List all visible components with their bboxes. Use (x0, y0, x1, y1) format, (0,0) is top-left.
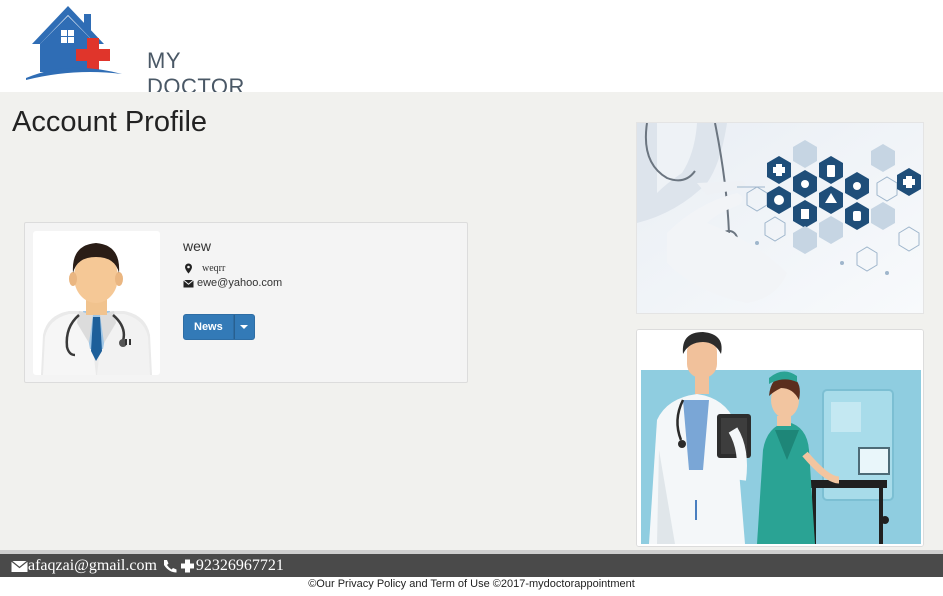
footer-copyright: ©Our Privacy Policy and Term of Use ©201… (308, 578, 635, 590)
caret-down-icon (240, 325, 249, 329)
page-title: Account Profile (12, 106, 208, 138)
footer-bar: afaqzai@gmail.com 92326967721 (0, 550, 943, 577)
news-button-group: News (183, 314, 255, 340)
envelope-icon (183, 279, 194, 287)
main-content: Account Profile wew weqrr ewe@yahoo.com … (0, 92, 943, 550)
footer-contact: afaqzai@gmail.com 92326967721 (11, 557, 284, 575)
medical-cross-icon (180, 559, 194, 573)
medical-technology-image (636, 122, 924, 314)
doctor-nurse-illustration (636, 329, 924, 547)
envelope-icon (11, 560, 28, 572)
map-marker-icon (185, 263, 192, 274)
phone-icon (163, 560, 177, 573)
email-text[interactable]: ewe@yahoo.com (197, 277, 282, 289)
profile-name: wew (183, 238, 212, 254)
news-dropdown-toggle[interactable] (233, 314, 255, 340)
profile-email: ewe@yahoo.com (183, 277, 282, 289)
doctor-avatar (33, 231, 160, 375)
brand-logo[interactable]: MY DOCTOR (24, 2, 254, 99)
profile-card: wew weqrr ewe@yahoo.com News (24, 222, 468, 383)
header: MY DOCTOR (0, 0, 943, 99)
footer-email[interactable]: afaqzai@gmail.com (28, 557, 157, 575)
profile-location: weqrr (183, 263, 225, 274)
news-button[interactable]: News (183, 314, 234, 340)
house-cross-icon (26, 6, 122, 80)
footer-phone[interactable]: 92326967721 (196, 557, 284, 575)
location-text: weqrr (202, 263, 226, 274)
